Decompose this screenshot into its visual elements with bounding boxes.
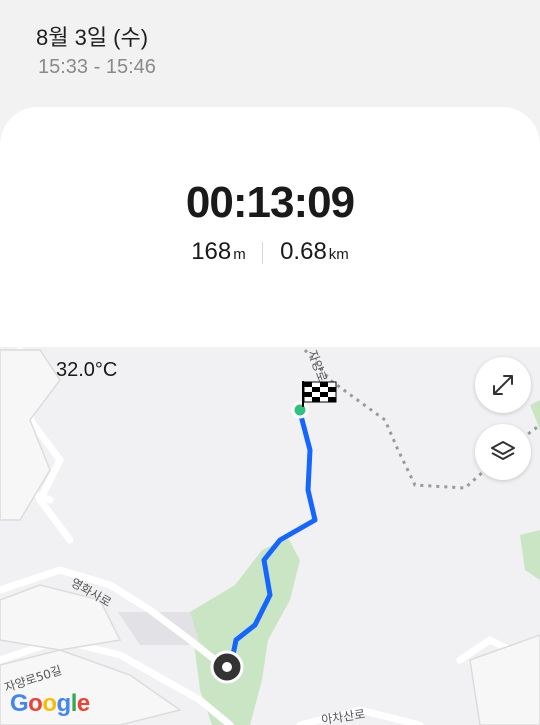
route-map[interactable]: 영화사로 자양로50길 아차산로 자양로 — [0, 347, 540, 725]
layers-icon — [491, 441, 515, 460]
distance-value: 0.68 — [280, 238, 327, 265]
summary-card — [0, 107, 540, 357]
road-label-achasanro: 아차산로 — [320, 707, 366, 725]
header: 8월 3일 (수) 15:33 - 15:46 — [0, 0, 540, 110]
google-logo: Google — [10, 690, 90, 717]
end-point-marker — [291, 401, 309, 419]
duration-value: 00:13:09 — [185, 178, 355, 227]
map-canvas[interactable]: 영화사로 자양로50길 아차산로 자양로 — [0, 347, 540, 725]
metrics-divider — [262, 241, 264, 264]
temperature-label: 32.0°C — [56, 359, 118, 381]
metrics-row: 168 m 0.68 km — [0, 238, 540, 266]
park-area — [530, 400, 540, 430]
map-layers-button[interactable] — [475, 424, 531, 480]
elevation-value: 168 — [191, 238, 232, 265]
finish-flag-icon — [302, 381, 337, 407]
road-label-jayangro: 자양로 — [305, 348, 329, 384]
park-area — [520, 530, 540, 580]
distance-unit: km — [328, 246, 349, 263]
expand-map-button[interactable] — [475, 357, 531, 413]
activity-date: 8월 3일 (수) — [36, 25, 149, 50]
activity-time-range: 15:33 - 15:46 — [38, 56, 156, 78]
elevation-unit: m — [233, 246, 246, 263]
expand-arrows-icon — [493, 375, 513, 395]
